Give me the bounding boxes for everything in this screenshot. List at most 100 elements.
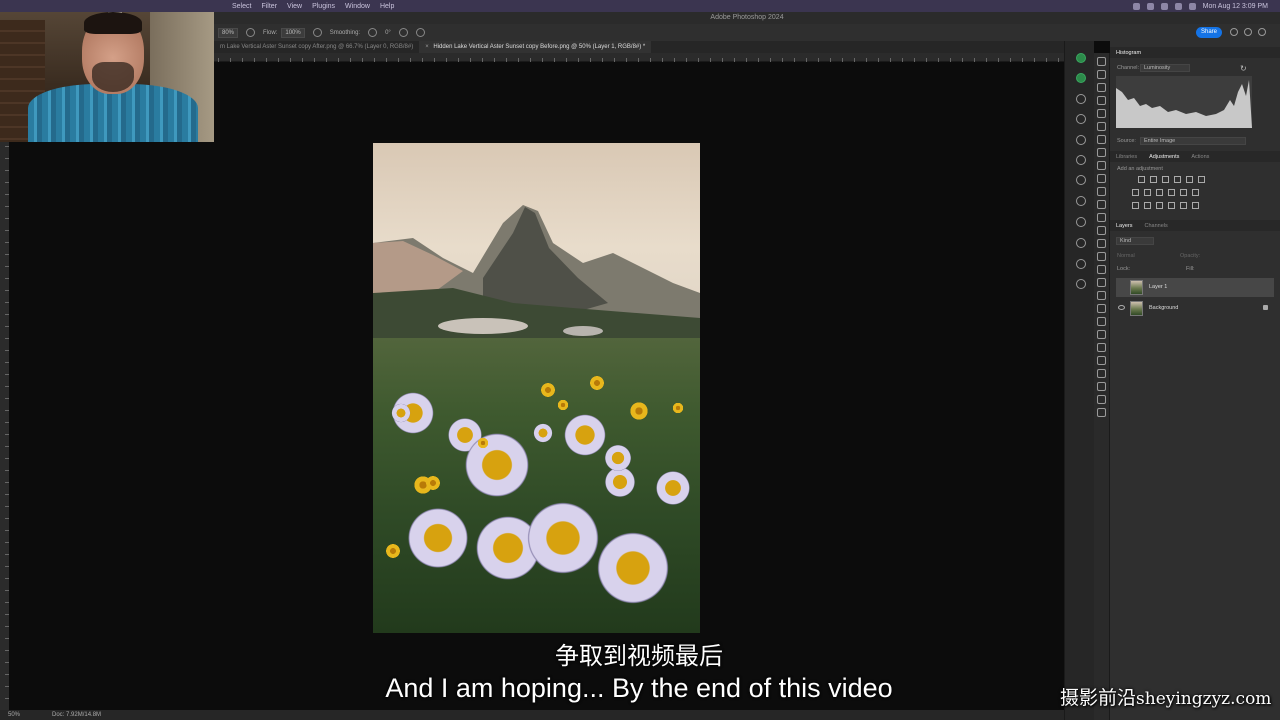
source-dropdown[interactable]: Entire Image [1140, 137, 1246, 145]
brush-settings-icon[interactable] [1076, 114, 1086, 124]
adjustment-icon[interactable] [1144, 189, 1151, 196]
menu-plugins[interactable]: Plugins [312, 3, 335, 10]
tool-icon[interactable] [1097, 57, 1106, 66]
menu-view[interactable]: View [287, 3, 302, 10]
color-icon[interactable] [1076, 259, 1086, 269]
paths-icon[interactable] [1076, 238, 1086, 248]
tool-icon[interactable] [1097, 109, 1106, 118]
tool-icon[interactable] [1097, 408, 1106, 417]
adjustment-icon[interactable] [1192, 189, 1199, 196]
tool-icon[interactable] [1097, 148, 1106, 157]
eye-icon[interactable] [1118, 305, 1125, 310]
lock-icon[interactable] [1263, 305, 1268, 310]
tool-icon[interactable] [1097, 135, 1106, 144]
pressure-size-icon[interactable] [398, 28, 408, 37]
adjustment-icon[interactable] [1186, 176, 1193, 183]
adjustment-icon[interactable] [1144, 202, 1151, 209]
tool-icon[interactable] [1097, 83, 1106, 92]
tab-histogram[interactable]: Histogram [1110, 50, 1147, 56]
adjustment-icon[interactable] [1198, 176, 1205, 183]
status-zoom[interactable]: 50% [8, 712, 20, 718]
tool-icon[interactable] [1097, 304, 1106, 313]
tool-icon[interactable] [1097, 343, 1106, 352]
tab-libraries[interactable]: Libraries [1110, 154, 1143, 160]
adjustment-icon[interactable] [1162, 176, 1169, 183]
info-icon[interactable] [1076, 94, 1086, 104]
search-icon[interactable] [1188, 2, 1196, 10]
paragraph-icon[interactable] [1076, 175, 1086, 185]
tool-icon[interactable] [1097, 226, 1106, 235]
tool-icon[interactable] [1097, 213, 1106, 222]
share-button[interactable]: Share [1196, 27, 1222, 38]
adjustment-icon[interactable] [1138, 176, 1145, 183]
tool-icon[interactable] [1097, 161, 1106, 170]
tool-icon[interactable] [1097, 239, 1106, 248]
menu-help[interactable]: Help [380, 3, 394, 10]
tab-layers[interactable]: Layers [1110, 223, 1139, 229]
adjustment-icon[interactable] [1174, 176, 1181, 183]
adjustment-icon[interactable] [1168, 189, 1175, 196]
pressure-opacity-icon[interactable] [246, 28, 256, 37]
angle-field[interactable]: 0° [385, 30, 391, 36]
tool-icon[interactable] [1097, 395, 1106, 404]
adjustment-icon[interactable] [1180, 189, 1187, 196]
status-icon[interactable] [1132, 2, 1140, 10]
close-icon[interactable]: × [425, 44, 429, 50]
tool-icon[interactable] [1097, 187, 1106, 196]
tool-icon[interactable] [1097, 369, 1106, 378]
tool-icon[interactable] [1097, 382, 1106, 391]
canvas-photo[interactable] [373, 143, 700, 633]
refresh-icon[interactable]: ↻ [1240, 64, 1247, 73]
adjustment-icon[interactable] [1132, 202, 1139, 209]
tool-icon[interactable] [1097, 252, 1106, 261]
swatches-icon[interactable] [1076, 217, 1086, 227]
tool-icon[interactable] [1097, 96, 1106, 105]
airbrush-icon[interactable] [312, 28, 322, 37]
adjustment-icon[interactable] [1150, 176, 1157, 183]
layer-row-layer-1[interactable]: Layer 1 [1116, 278, 1274, 297]
blend-mode-dropdown[interactable]: Normal [1117, 253, 1135, 259]
adjustment-icon[interactable] [1156, 189, 1163, 196]
layer-row-background[interactable]: Background [1116, 299, 1274, 318]
tool-icon[interactable] [1097, 291, 1106, 300]
character-icon[interactable] [1076, 155, 1086, 165]
tool-icon[interactable] [1097, 174, 1106, 183]
tool-icon[interactable] [1097, 70, 1106, 79]
tool-icon[interactable] [1097, 200, 1106, 209]
generative-icon[interactable] [1076, 73, 1086, 83]
channel-dropdown[interactable]: Luminosity [1140, 64, 1190, 72]
history-icon[interactable] [1076, 135, 1086, 145]
adjustment-icon[interactable] [1180, 202, 1187, 209]
zoom-field[interactable]: 80% [218, 27, 239, 38]
tab-adjustments[interactable]: Adjustments [1143, 154, 1185, 160]
search-icon[interactable] [1230, 28, 1238, 36]
tab-channels[interactable]: Channels [1139, 223, 1174, 229]
menu-window[interactable]: Window [345, 3, 370, 10]
menu-clock[interactable]: Mon Aug 12 3:09 PM [1203, 3, 1268, 10]
tab-actions[interactable]: Actions [1185, 154, 1215, 160]
tool-icon[interactable] [1097, 356, 1106, 365]
tool-icon[interactable] [1097, 330, 1106, 339]
adjustments-icon[interactable] [1076, 279, 1086, 289]
tab-after-document[interactable]: m Lake Vertical Aster Sunset copy After.… [214, 41, 419, 53]
wifi-icon[interactable] [1174, 2, 1182, 10]
flow-field[interactable]: 100% [281, 27, 305, 38]
filter-kind-dropdown[interactable]: Kind [1116, 237, 1154, 245]
workspace-icon[interactable] [1258, 28, 1266, 36]
ruler-horizontal[interactable] [214, 53, 1064, 62]
adjustment-icon[interactable] [1168, 202, 1175, 209]
help-icon[interactable] [1244, 28, 1252, 36]
symmetry-icon[interactable] [415, 28, 425, 37]
status-icon[interactable] [1160, 2, 1168, 10]
tool-icon[interactable] [1097, 265, 1106, 274]
status-icon[interactable] [1146, 2, 1154, 10]
adjustment-icon[interactable] [1132, 189, 1139, 196]
menu-select[interactable]: Select [232, 3, 251, 10]
tool-icon[interactable] [1097, 317, 1106, 326]
tool-icon[interactable] [1097, 122, 1106, 131]
gear-icon[interactable] [368, 28, 378, 37]
properties-icon[interactable] [1076, 196, 1086, 206]
tab-before-document[interactable]: × Hidden Lake Vertical Aster Sunset copy… [419, 41, 652, 53]
adjustment-icon[interactable] [1192, 202, 1199, 209]
ruler-vertical[interactable] [0, 142, 9, 710]
